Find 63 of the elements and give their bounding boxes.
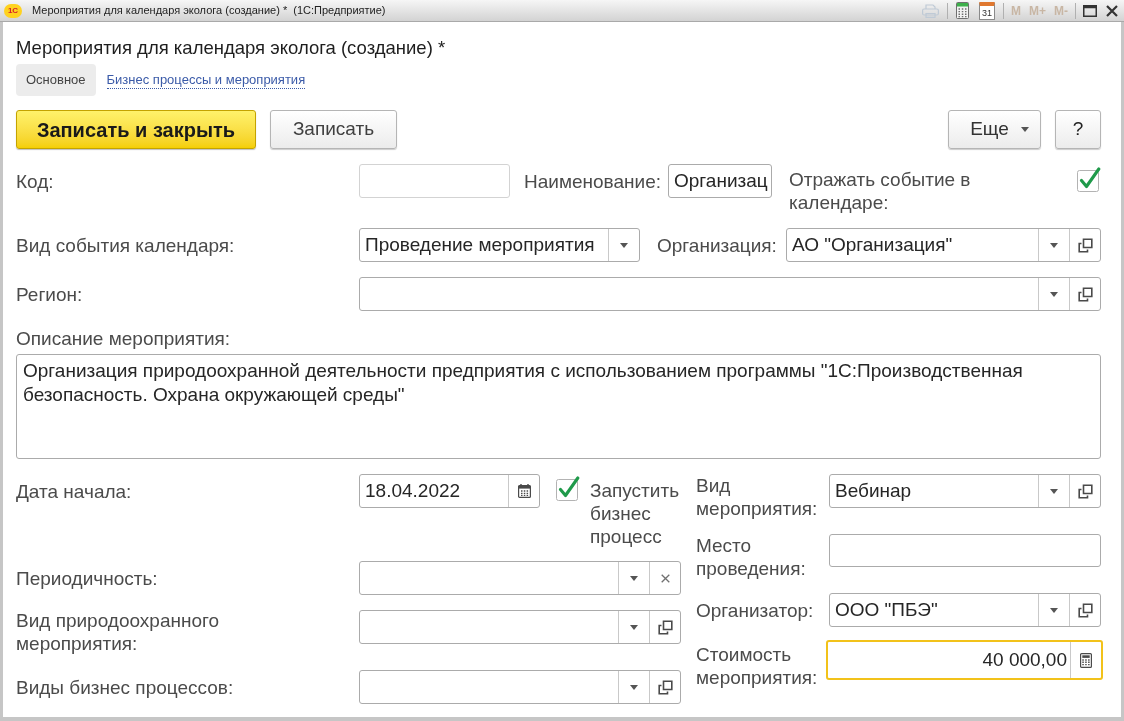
field-label: Вид события календаря:: [16, 233, 235, 257]
field-label: Вид мероприятия:: [696, 474, 819, 520]
save-button[interactable]: Записать: [270, 110, 397, 149]
maximize-icon[interactable]: [1083, 4, 1097, 17]
event-kind-field[interactable]: Вебинар: [829, 474, 1101, 508]
save-and-close-button[interactable]: Записать и закрыть: [16, 110, 256, 149]
overlapping-squares-icon: [657, 679, 673, 695]
field-label: Стоимость мероприятия:: [696, 643, 819, 689]
tab[interactable]: Бизнес процессы и мероприятия: [106, 71, 306, 89]
field-label: Регион:: [16, 282, 83, 306]
description-textarea[interactable]: Организация природоохранной деятельности предприятия с использованием программы "1С:Производственная безопасность. Охрана окружающей среды": [16, 354, 1101, 459]
cross-icon: [660, 573, 670, 583]
caret-icon: [1050, 242, 1058, 248]
field-label: Наименование:: [524, 169, 661, 193]
field-label: Отражать событие в календаре:: [789, 168, 972, 214]
caret-icon: [1020, 127, 1029, 132]
close-icon[interactable]: [1106, 4, 1118, 17]
venue-field[interactable]: [829, 534, 1101, 567]
caret-icon: [620, 242, 628, 248]
periodicity-field[interactable]: [359, 561, 681, 595]
caret-icon: [630, 575, 638, 581]
caret-icon: [1050, 488, 1058, 494]
organizer-field[interactable]: ООО "ПБЭ": [829, 593, 1101, 627]
field-label: Организация:: [657, 233, 777, 257]
caret-icon: [1050, 291, 1058, 297]
field-label: Дата начала:: [16, 479, 132, 503]
field-label: Периодичность:: [16, 566, 158, 590]
form-title: Мероприятия для календаря эколога (создание) *: [16, 37, 446, 59]
window-title: Мероприятия для календаря эколога (создание) * (1С:Предприятие): [32, 3, 386, 19]
checkbox[interactable]: [556, 476, 580, 502]
calendar-icon: [517, 484, 531, 498]
field-label: Описание мероприятия:: [16, 329, 231, 349]
overlapping-squares-icon: [1077, 602, 1093, 618]
caret-icon: [1050, 607, 1058, 613]
more-button[interactable]: Еще: [948, 110, 1041, 149]
field-label: Организатор:: [696, 598, 814, 622]
tab[interactable]: Основное: [16, 64, 96, 96]
app-logo: 1С: [4, 3, 22, 18]
field-label: Код:: [16, 169, 54, 193]
organization-field[interactable]: АО "Организация": [785, 228, 1101, 262]
field-label: Виды бизнес процессов:: [16, 675, 234, 699]
overlapping-squares-icon: [1077, 286, 1093, 302]
overlapping-squares-icon: [657, 619, 673, 635]
region-field[interactable]: [359, 277, 1101, 311]
field-label: Запустить бизнес процесс: [590, 479, 681, 548]
business-process-kinds-field[interactable]: [359, 670, 681, 704]
field-label: Место проведения:: [696, 534, 807, 580]
name-field[interactable]: Организац: [668, 164, 772, 198]
calculator-icon: [1080, 652, 1092, 668]
overlapping-squares-icon: [1077, 483, 1093, 499]
field-label: Вид природоохранного мероприятия:: [16, 609, 221, 655]
calendar-button[interactable]: 31: [979, 1, 995, 20]
checkbox[interactable]: [1077, 167, 1101, 193]
cost-field[interactable]: 40 000,00: [826, 640, 1103, 680]
overlapping-squares-icon: [1077, 237, 1093, 253]
help-button[interactable]: ?: [1055, 110, 1101, 149]
caret-icon: [630, 624, 638, 630]
calculator-icon[interactable]: [956, 2, 969, 19]
calendar-event-type-field[interactable]: Проведение мероприятия: [359, 228, 640, 262]
environmental-activity-kind-field[interactable]: [359, 610, 681, 644]
start-date-field[interactable]: 18.04.2022: [359, 474, 540, 508]
code-field[interactable]: [359, 164, 510, 198]
caret-icon: [630, 684, 638, 690]
